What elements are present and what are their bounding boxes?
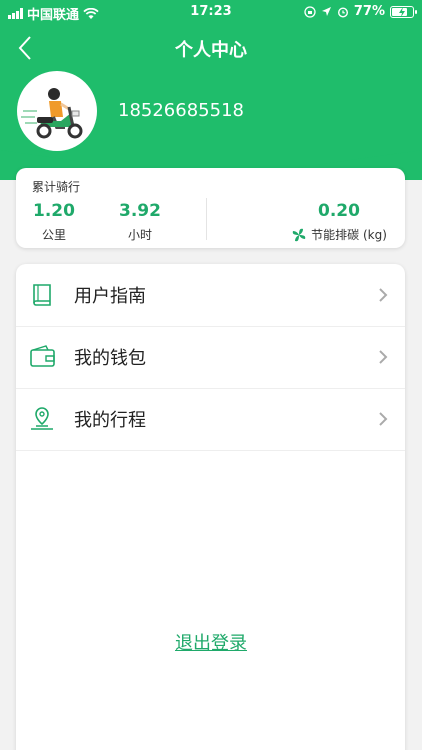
- distance-unit: 公里: [41, 228, 66, 242]
- distance-value: 1.20: [33, 201, 75, 221]
- chevron-right-icon: [379, 412, 388, 426]
- avatar[interactable]: [17, 71, 97, 151]
- chevron-right-icon: [379, 350, 388, 364]
- nav-bar: 个人中心: [0, 30, 422, 66]
- stat-distance: 1.20 公里: [30, 201, 78, 243]
- status-bar: 中国联通 17:23 77%: [0, 0, 422, 24]
- menu-label-my-trips: 我的行程: [74, 410, 146, 431]
- stats-divider: [206, 198, 207, 240]
- hours-unit: 小时: [127, 228, 152, 242]
- battery-icon: [390, 5, 417, 18]
- fan-icon: [292, 228, 306, 241]
- menu-divider: [16, 450, 405, 451]
- rotation-lock-icon: [304, 5, 316, 18]
- stats-title: 累计骑行: [32, 180, 81, 194]
- menu-item-my-trips[interactable]: 我的行程: [16, 388, 405, 450]
- menu-item-user-guide[interactable]: 用户指南: [16, 264, 405, 326]
- stats-card: 累计骑行 1.20 公里 3.92 小时 0.20 节能排碳 (kg): [16, 168, 405, 248]
- book-icon: [33, 284, 51, 306]
- stat-carbon: 0.20 节能排碳 (kg): [274, 201, 404, 243]
- location-pin-icon: [31, 407, 53, 430]
- alarm-icon: [337, 6, 348, 18]
- user-phone: 18526685518: [118, 100, 244, 121]
- wallet-icon: [30, 345, 55, 367]
- menu-label-user-guide: 用户指南: [74, 286, 146, 307]
- menu-card: 用户指南 我的钱包 我的行程: [16, 264, 405, 750]
- menu-label-wallet: 我的钱包: [74, 348, 146, 369]
- hours-value: 3.92: [119, 201, 161, 221]
- location-arrow-icon: [321, 7, 331, 16]
- page-title: 个人中心: [175, 40, 247, 61]
- chevron-right-icon: [379, 288, 388, 302]
- menu-item-wallet[interactable]: 我的钱包: [16, 326, 405, 388]
- logout-link[interactable]: 退出登录: [0, 629, 422, 655]
- stat-hours: 3.92 小时: [114, 201, 166, 243]
- scooter-rider-icon: [21, 88, 83, 139]
- carbon-unit: 节能排碳 (kg): [311, 228, 387, 242]
- battery-percent: 77%: [353, 4, 385, 19]
- carbon-value: 0.20: [318, 201, 360, 221]
